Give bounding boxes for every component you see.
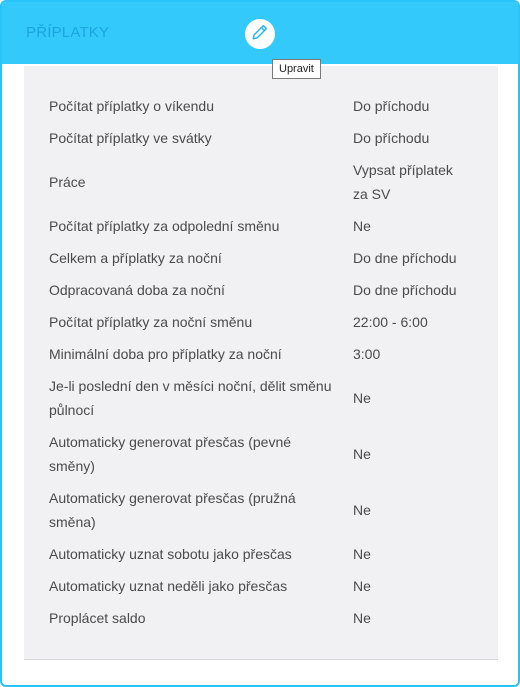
setting-label: Proplácet saldo <box>49 610 146 626</box>
panel-header: PŘÍPLATKY <box>2 2 518 64</box>
setting-value: Do příchodu <box>353 130 430 146</box>
setting-value: Ne <box>353 446 371 462</box>
setting-label: Automaticky uznat neděli jako přesčas <box>49 578 288 594</box>
setting-value: Do příchodu <box>353 98 430 114</box>
setting-value: 22:00 - 6:00 <box>353 314 428 330</box>
setting-label: Počítat příplatky o víkendu <box>49 98 214 114</box>
pencil-icon <box>251 23 269 46</box>
setting-value: Ne <box>353 546 371 562</box>
setting-label: Automaticky uznat sobotu jako přesčas <box>49 546 292 562</box>
setting-label: Počítat příplatky ve svátky <box>49 130 212 146</box>
setting-label: Minimální doba pro příplatky za noční <box>49 346 282 362</box>
setting-value: Ne <box>353 502 371 518</box>
setting-value: Ne <box>353 390 371 406</box>
settings-list: Počítat příplatky o víkendu Do příchodu … <box>24 66 498 660</box>
setting-label: Je-li poslední den v měsíci noční, dělit… <box>49 378 332 418</box>
setting-label: Počítat příplatky za noční směnu <box>49 314 253 330</box>
setting-label: Práce <box>49 174 86 190</box>
surcharges-panel: PŘÍPLATKY Počítat příplatky o víkendu Do… <box>0 0 520 687</box>
edit-button[interactable] <box>245 19 275 49</box>
setting-value: Vypsat příplatek za SV <box>353 162 453 202</box>
setting-value: Do dne příchodu <box>353 250 457 266</box>
setting-value: Ne <box>353 218 371 234</box>
panel-title: PŘÍPLATKY <box>26 24 110 41</box>
setting-value: Ne <box>353 610 371 626</box>
edit-tooltip: Upravit <box>272 59 321 79</box>
setting-value: Do dne příchodu <box>353 282 457 298</box>
setting-value: Ne <box>353 578 371 594</box>
setting-label: Počítat příplatky za odpolední směnu <box>49 218 280 234</box>
setting-value: 3:00 <box>353 346 381 362</box>
setting-label: Automaticky generovat přesčas (pevné smě… <box>49 434 292 474</box>
setting-label: Celkem a příplatky za noční <box>49 250 222 266</box>
setting-label: Automaticky generovat přesčas (pružná sm… <box>49 490 296 530</box>
setting-label: Odpracovaná doba za noční <box>49 282 225 298</box>
